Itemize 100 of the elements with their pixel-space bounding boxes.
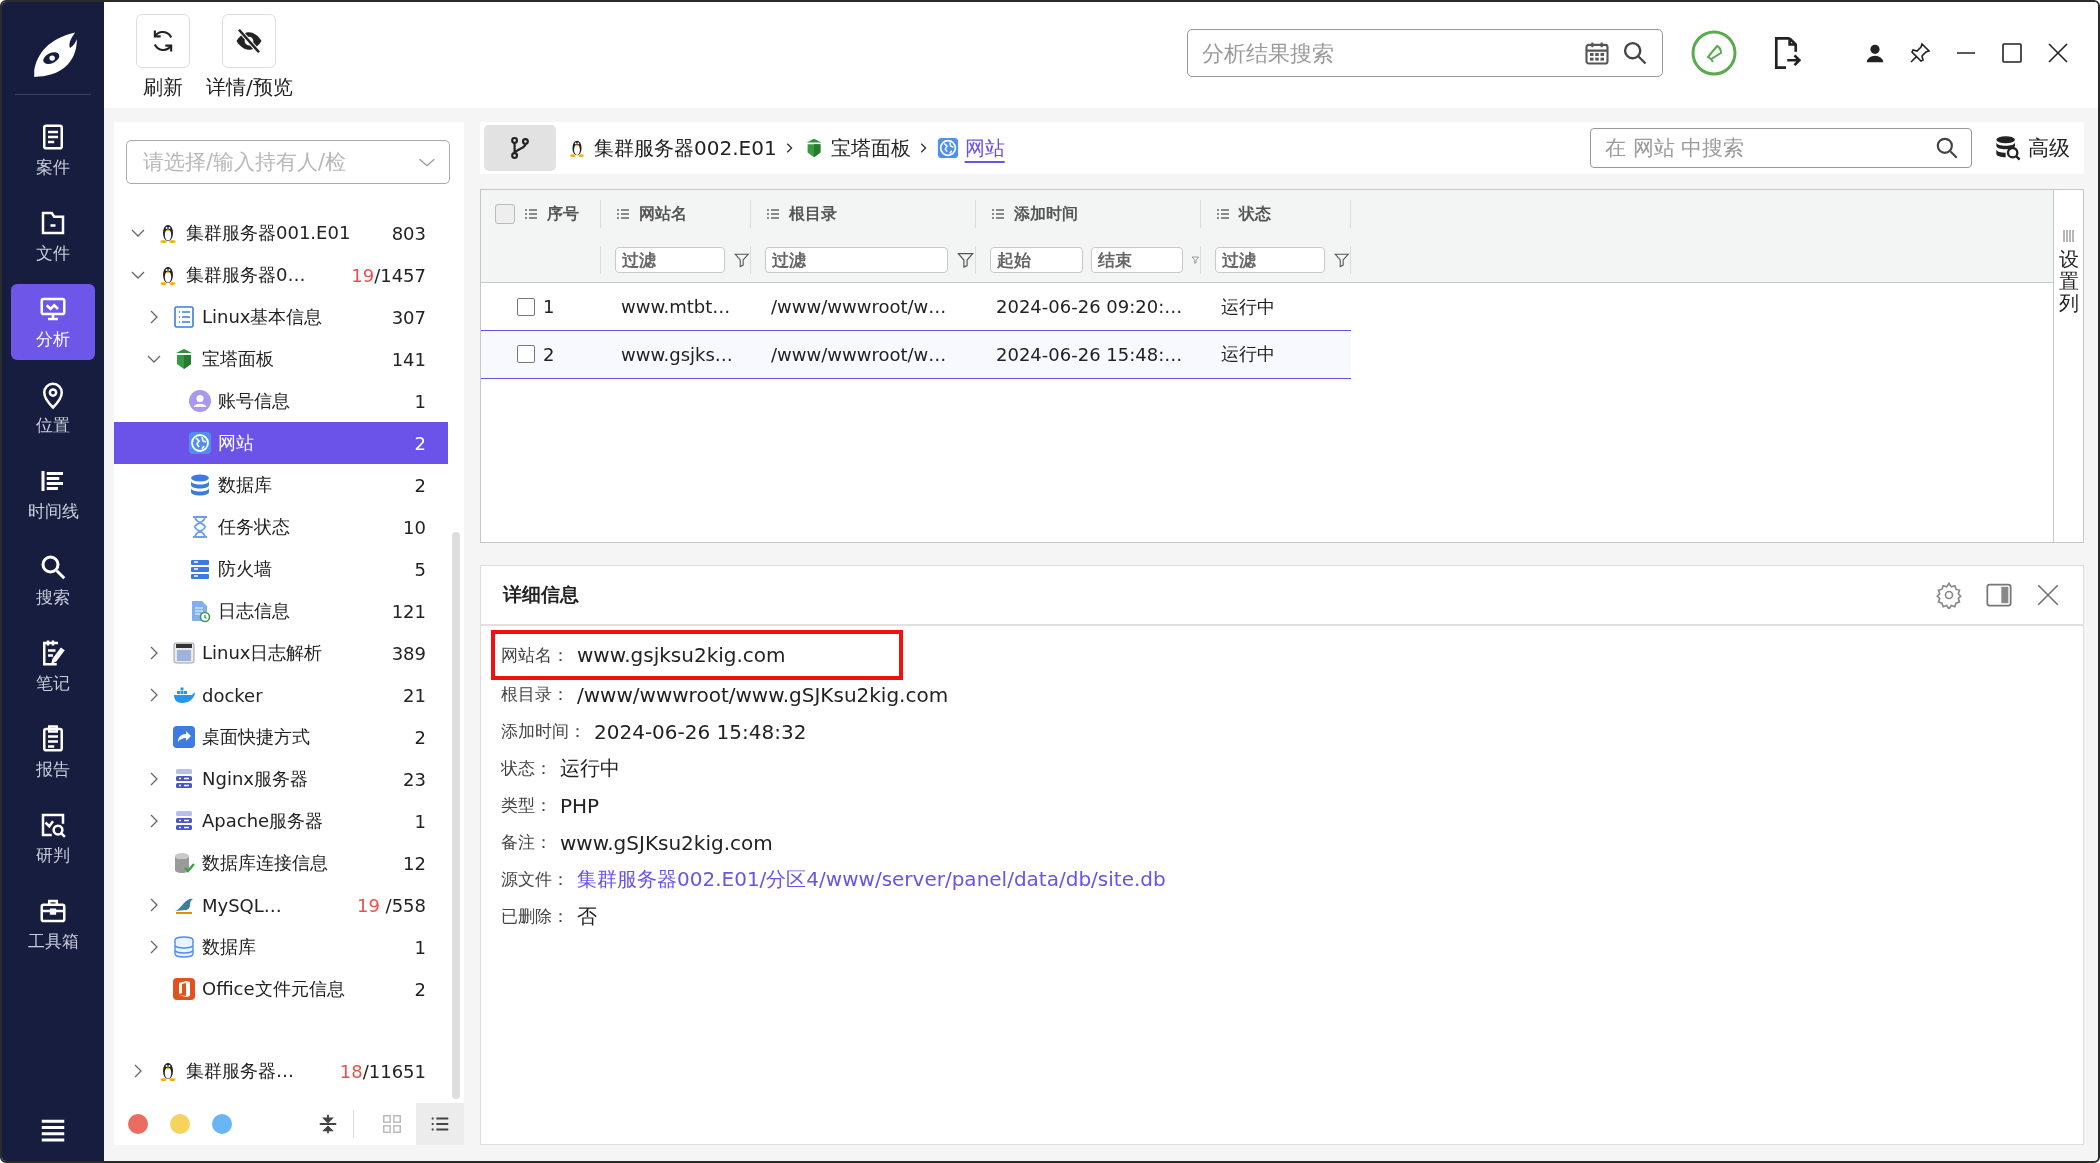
item-count: 2 [414, 432, 426, 454]
item-label: Linux日志解析 [202, 641, 324, 665]
item-label: MySQL… [202, 894, 283, 916]
table-cell-text: 2024-06-26 15:48:… [995, 343, 1184, 365]
table-cell-text: /www/wwwroot/w… [770, 343, 948, 365]
nav-item[interactable]: 文件 [11, 198, 95, 274]
user-icon [188, 389, 212, 413]
database-check-icon [172, 851, 196, 875]
tree-item[interactable]: Linux基本信息 307 [114, 296, 448, 338]
tree-item[interactable]: 宝塔面板 141 [114, 338, 448, 380]
side-panel-icon[interactable] [1985, 581, 2013, 609]
tree-item[interactable]: 网站 2 [114, 422, 448, 464]
advanced-button[interactable]: 高级 [1994, 134, 2070, 162]
tree-item[interactable]: Nginx服务器 23 [114, 758, 448, 800]
tree-item[interactable]: docker 21 [114, 674, 448, 716]
field-label: 网站名： [501, 643, 569, 667]
branch-button[interactable] [484, 125, 556, 171]
tree-item[interactable]: 集群服务器… 18/11651 [114, 1050, 448, 1092]
nav-item[interactable]: 案件 [11, 112, 95, 188]
tree-item[interactable]: 集群服务器0… 19/1457 [114, 254, 448, 296]
globe-icon [936, 137, 959, 159]
checkbox[interactable] [517, 345, 535, 363]
pin-icon[interactable] [1908, 41, 1932, 65]
search-icon [1621, 39, 1649, 67]
item-count: 121 [391, 600, 426, 622]
color-dot[interactable] [212, 1114, 232, 1134]
column-header[interactable]: 网站名 [601, 200, 751, 228]
filter-field[interactable]: 结束 [1090, 247, 1184, 273]
tree-item[interactable]: 集群服务器001.E01 803 [114, 212, 448, 254]
field-label: 根目录： [501, 683, 569, 706]
item-label: Apache服务器 [202, 809, 325, 833]
tree-item[interactable]: 防火墙 5 [114, 548, 448, 590]
close-icon[interactable] [2046, 41, 2070, 65]
owner-select-field[interactable]: 请选择/输入持有人/检 [126, 140, 450, 184]
checkbox[interactable] [517, 297, 535, 316]
settings-icon[interactable] [1935, 581, 1963, 609]
item-count: 2 [414, 726, 426, 748]
tree-item[interactable]: 任务状态 10 [114, 506, 448, 548]
item-count: 389 [391, 642, 426, 664]
filter-field[interactable]: 过滤 [615, 247, 725, 273]
column-header[interactable]: 序号 [481, 200, 601, 228]
column-header[interactable]: 添加时间 [976, 200, 1201, 228]
table-cell-text: 2024-06-26 09:20:… [995, 296, 1184, 317]
item-label: 数据库连接信息 [202, 851, 329, 875]
tree-item[interactable]: MySQL… 19 /558 [114, 884, 448, 926]
toolbar-button[interactable]: 详情/预览 [206, 14, 293, 101]
database-icon [172, 935, 196, 959]
maximize-icon[interactable] [2000, 41, 2024, 65]
item-count: 12 [403, 852, 426, 874]
bell-icon[interactable] [1691, 30, 1737, 76]
tree-item[interactable]: Apache服务器 1 [114, 800, 448, 842]
checkbox[interactable] [495, 204, 515, 224]
table-row[interactable]: 2 www.gsjks… /www/wwwroot/w… 2024-06-26 15:48:… 运行中 [481, 329, 1351, 379]
item-count: 1 [414, 936, 426, 958]
breadcrumb-link[interactable]: 集群服务器002.E01 [566, 134, 777, 162]
globe-icon [188, 431, 212, 455]
tree-item[interactable]: 数据库连接信息 12 [114, 842, 448, 884]
tree-item[interactable]: 数据库 1 [114, 926, 448, 968]
nav-item[interactable]: 分析 [11, 284, 95, 360]
breadcrumb-link[interactable]: 网站 [936, 134, 1005, 162]
field-label: 源文件： [501, 868, 569, 891]
search-field[interactable]: 分析结果搜索 [1187, 29, 1663, 77]
item-label: 宝塔面板 [202, 347, 275, 371]
field-label: 状态： [501, 757, 552, 780]
nav-item[interactable]: 报告 [11, 714, 95, 790]
color-dot[interactable] [128, 1114, 148, 1134]
view-toggle[interactable] [416, 1103, 464, 1145]
column-header[interactable]: 根目录 [751, 200, 976, 228]
table-cell-text: www.mtbt… [620, 296, 732, 317]
tree-item[interactable]: 数据库 2 [114, 464, 448, 506]
list-icon [990, 206, 1006, 222]
nav-item[interactable]: 搜索 [11, 542, 95, 618]
source-file-link[interactable]: 集群服务器002.E01/分区4/www/server/panel/data/db/site.db [577, 866, 1166, 893]
item-count: 18/11651 [339, 1060, 426, 1082]
tree-item[interactable]: Office文件元信息 2 [114, 968, 448, 1010]
nav-item[interactable]: 时间线 [11, 456, 95, 532]
user-icon[interactable] [1864, 42, 1886, 64]
filter-field[interactable]: 起始 [990, 247, 1083, 273]
nav-item[interactable]: 工具箱 [11, 886, 95, 962]
color-dot[interactable] [170, 1114, 190, 1134]
column-settings-button[interactable]: 设置列 [2053, 190, 2083, 542]
filter-field[interactable]: 过滤 [1215, 247, 1325, 273]
field-value: 运行中 [560, 755, 620, 782]
nav-item[interactable]: 位置 [11, 370, 95, 446]
table-cell-text: 运行中 [1220, 294, 1276, 319]
scrollbar[interactable] [452, 532, 460, 1099]
field-label: 备注： [501, 831, 552, 854]
table-cell-text: www.gsjks… [620, 343, 734, 365]
tree-item[interactable]: 桌面快捷方式 2 [114, 716, 448, 758]
item-count: 23 [403, 768, 426, 790]
tree-item[interactable]: 日志信息 121 [114, 590, 448, 632]
tree-item[interactable]: 账号信息 1 [114, 380, 448, 422]
nav-item[interactable]: 笔记 [11, 628, 95, 704]
breadcrumb-link[interactable]: 宝塔面板 [802, 134, 911, 162]
tree-item[interactable]: Linux日志解析 389 [114, 632, 448, 674]
search-field[interactable]: 在 网站 中搜索 [1590, 128, 1972, 168]
filter-field[interactable]: 过滤 [765, 247, 949, 273]
item-label: 桌面快捷方式 [202, 725, 311, 749]
nav-item[interactable]: 研判 [11, 800, 95, 876]
list-icon [172, 305, 196, 329]
